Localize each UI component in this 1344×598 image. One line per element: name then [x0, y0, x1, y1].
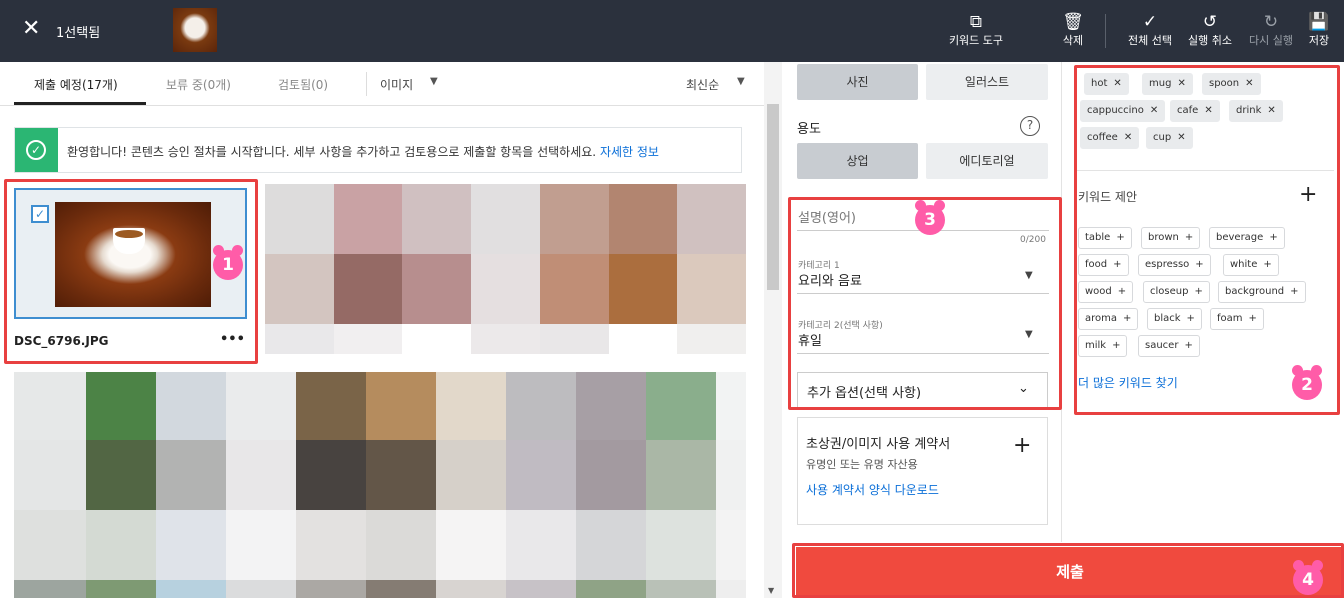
sort-select[interactable]: 최신순 — [686, 76, 719, 93]
redo-button[interactable]: ↻ 다시 실행 — [1244, 12, 1298, 48]
banner-text: 환영합니다! 콘텐츠 승인 절차를 시작합니다. 세부 사항을 추가하고 검토용… — [67, 145, 659, 159]
welcome-banner: ✓ 환영합니다! 콘텐츠 승인 절차를 시작합니다. 세부 사항을 추가하고 검… — [14, 127, 742, 173]
release-subtitle: 유명인 또는 유명 자산용 — [806, 458, 918, 471]
keyword-tool-button[interactable]: ⧉ 키워드 도구 — [942, 12, 1010, 48]
usage-label: 용도 — [797, 122, 821, 137]
redo-icon: ↻ — [1263, 12, 1279, 32]
thumbnail-tile[interactable] — [14, 372, 746, 598]
thumbnail-tile[interactable] — [265, 184, 746, 354]
type-photo-button[interactable]: 사진 — [797, 64, 918, 100]
select-all-button[interactable]: ✓ 전체 선택 — [1122, 12, 1178, 48]
filter-tabs: 제출 예정(17개) 보류 중(0개) 검토됨(0) 이미지 ▼ 최신순 ▼ — [0, 62, 764, 106]
tab-reviewed[interactable]: 검토됨(0) — [278, 76, 328, 93]
checkmark-icon: ✓ — [1142, 12, 1158, 32]
highlight-box-2 — [1074, 65, 1340, 415]
success-icon: ✓ — [15, 128, 58, 172]
learn-more-link[interactable]: 자세한 정보 — [600, 145, 659, 159]
selected-thumbnail[interactable] — [173, 8, 217, 52]
highlight-box-4 — [792, 543, 1344, 598]
tab-divider — [366, 72, 367, 96]
release-download-link[interactable]: 사용 계약서 양식 다운로드 — [806, 481, 939, 498]
step-marker-1: 1 — [213, 245, 243, 280]
save-button[interactable]: 💾 저장 — [1304, 12, 1334, 48]
release-panel: 초상권/이미지 사용 계약서 유명인 또는 유명 자산용 + 사용 계약서 양식… — [797, 417, 1048, 525]
trash-icon: 🗑 — [1062, 12, 1084, 32]
undo-button[interactable]: ↺ 실행 취소 — [1184, 12, 1236, 48]
chevron-down-icon: ▼ — [737, 76, 745, 87]
step-marker-2: 2 — [1292, 365, 1322, 400]
usage-editorial-button[interactable]: 에디토리얼 — [926, 143, 1048, 179]
add-release-icon[interactable]: + — [1013, 435, 1031, 457]
top-toolbar: ✕ 1선택됨 ⧉ 키워드 도구 🗑 삭제 ✓ 전체 선택 ↺ 실행 취소 ↻ 다… — [0, 0, 1344, 62]
media-type-select[interactable]: 이미지 — [380, 76, 413, 93]
tab-pending[interactable]: 보류 중(0개) — [166, 76, 231, 93]
delete-button[interactable]: 🗑 삭제 — [1055, 12, 1091, 48]
chevron-down-icon: ▼ — [430, 76, 438, 87]
floppy-disk-icon: 💾 — [1308, 12, 1330, 32]
release-title: 초상권/이미지 사용 계약서 — [806, 437, 951, 452]
close-icon[interactable]: ✕ — [22, 17, 40, 41]
undo-icon: ↺ — [1202, 12, 1218, 32]
toolbar-divider — [1105, 14, 1106, 48]
step-marker-3: 3 — [915, 200, 945, 235]
active-tab-underline — [14, 102, 146, 105]
tab-to-submit[interactable]: 제출 예정(17개) — [34, 76, 118, 93]
scrollbar-thumb[interactable] — [767, 104, 779, 290]
step-marker-4: 4 — [1293, 560, 1323, 595]
usage-commercial-button[interactable]: 상업 — [797, 143, 918, 179]
help-icon[interactable]: ? — [1020, 116, 1040, 136]
shapes-icon: ⧉ — [969, 12, 983, 32]
type-illustration-button[interactable]: 일러스트 — [926, 64, 1048, 100]
scroll-down-arrow-icon[interactable]: ▼ — [768, 586, 774, 595]
selected-count: 1선택됨 — [56, 26, 101, 41]
